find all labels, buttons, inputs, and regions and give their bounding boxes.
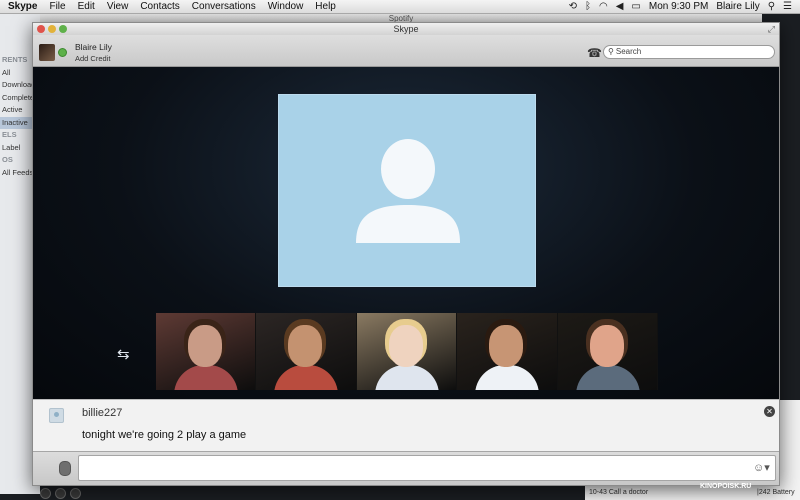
sidebar-item[interactable]: Active <box>0 104 32 117</box>
avatar[interactable] <box>39 44 55 61</box>
participant-body <box>374 365 439 390</box>
sidebar-header: ELS <box>2 130 17 139</box>
title-bar: Skype ⤢ <box>33 23 779 35</box>
sidebar-item[interactable]: All Feeds <box>0 167 32 180</box>
participant-video-5[interactable] <box>557 313 658 390</box>
sidebar-header: OS <box>2 155 13 164</box>
participant-video-3[interactable] <box>356 313 458 390</box>
participant-video-4[interactable] <box>457 313 558 390</box>
zoom-window-button[interactable] <box>59 25 67 33</box>
sender-avatar <box>49 408 64 423</box>
participant-face <box>188 325 222 367</box>
user-silhouette-icon <box>356 139 460 243</box>
fullscreen-icon[interactable]: ⤢ <box>768 23 775 35</box>
sidebar-header: RENTS <box>2 55 28 64</box>
menu-skype[interactable]: Skype <box>0 0 43 14</box>
search-icon: ⚲ <box>608 47 614 56</box>
search-placeholder: Search <box>615 47 642 56</box>
participant-video-2[interactable] <box>256 313 357 390</box>
next-button[interactable] <box>70 487 81 499</box>
close-window-button[interactable] <box>37 25 45 33</box>
spotlight-icon[interactable]: ⚲ <box>768 1 775 12</box>
battery-icon[interactable]: ▭ <box>631 1 640 12</box>
mic-icon[interactable] <box>59 461 71 476</box>
online-status-icon[interactable] <box>58 48 67 57</box>
window-controls <box>37 25 67 33</box>
prev-button[interactable] <box>40 487 51 499</box>
dialpad-icon[interactable]: ☎ <box>587 46 602 60</box>
list-icon[interactable]: ☰ <box>783 1 792 12</box>
wifi-icon[interactable]: ◠ <box>599 1 608 12</box>
profile-name[interactable]: Blaire Lily <box>75 42 112 52</box>
message-sender: billie227 <box>82 407 123 419</box>
menu-file[interactable]: File <box>43 0 71 14</box>
message-input-bar: ☺▾ <box>33 451 779 485</box>
participant-body <box>174 365 238 390</box>
participant-body <box>274 365 339 390</box>
menu-clock[interactable]: Mon 9:30 PM <box>649 1 708 12</box>
participant-face <box>388 325 423 367</box>
skype-toolbar: Blaire Lily Add Credit ☎ ⚲ Search <box>33 35 779 67</box>
pause-button[interactable] <box>55 487 66 499</box>
search-field[interactable]: ⚲ Search <box>603 45 775 59</box>
media-controls <box>40 486 120 500</box>
message-input[interactable] <box>78 455 776 481</box>
sidebar-item[interactable]: Label <box>0 142 32 155</box>
volume-icon[interactable]: ◀ <box>616 1 624 12</box>
main-video-placeholder[interactable] <box>278 94 536 287</box>
menu-window[interactable]: Window <box>262 0 310 14</box>
participant-body <box>475 365 540 390</box>
skype-window: Skype ⤢ Blaire Lily Add Credit ☎ ⚲ Searc… <box>32 22 780 486</box>
message-text: tonight we're going 2 play a game <box>82 429 247 441</box>
background-sidebar: RENTS All Downloading Completed Active I… <box>0 54 32 179</box>
menu-view[interactable]: View <box>101 0 135 14</box>
minimize-window-button[interactable] <box>48 25 56 33</box>
battery-line: |242 Battery <box>757 489 795 496</box>
menu-edit[interactable]: Edit <box>72 0 101 14</box>
background-line: 10-43 Call a doctor <box>589 489 649 496</box>
menu-contacts[interactable]: Contacts <box>134 0 185 14</box>
close-chat-icon[interactable]: ✕ <box>764 406 775 417</box>
add-credit-link[interactable]: Add Credit <box>75 54 110 63</box>
participant-thumbnails <box>156 313 658 390</box>
video-call-area: ⇆ <box>33 67 779 399</box>
menu-bar: Skype File Edit View Contacts Conversati… <box>0 0 800 14</box>
swap-video-icon[interactable]: ⇆ <box>117 345 130 363</box>
watermark: KINOPOISK.RU <box>700 483 752 490</box>
participant-face <box>589 325 624 367</box>
chat-message-area: billie227 tonight we're going 2 play a g… <box>33 399 779 451</box>
window-title: Skype <box>393 24 419 34</box>
menu-conversations[interactable]: Conversations <box>186 0 262 14</box>
sidebar-item[interactable]: Downloading <box>0 79 32 92</box>
participant-video-1[interactable] <box>156 313 257 390</box>
menu-user[interactable]: Blaire Lily <box>716 1 759 12</box>
sidebar-item[interactable]: Completed <box>0 92 32 105</box>
participant-face <box>489 325 524 367</box>
sidebar-item[interactable]: All <box>0 67 32 80</box>
menu-help[interactable]: Help <box>309 0 342 14</box>
participant-body <box>575 365 640 390</box>
sync-icon[interactable]: ⟲ <box>569 1 577 12</box>
emoji-icon[interactable]: ☺▾ <box>753 461 770 474</box>
participant-face <box>288 325 323 367</box>
sidebar-item[interactable]: Inactive <box>0 116 32 129</box>
bluetooth-icon[interactable]: ᛒ <box>585 1 591 12</box>
